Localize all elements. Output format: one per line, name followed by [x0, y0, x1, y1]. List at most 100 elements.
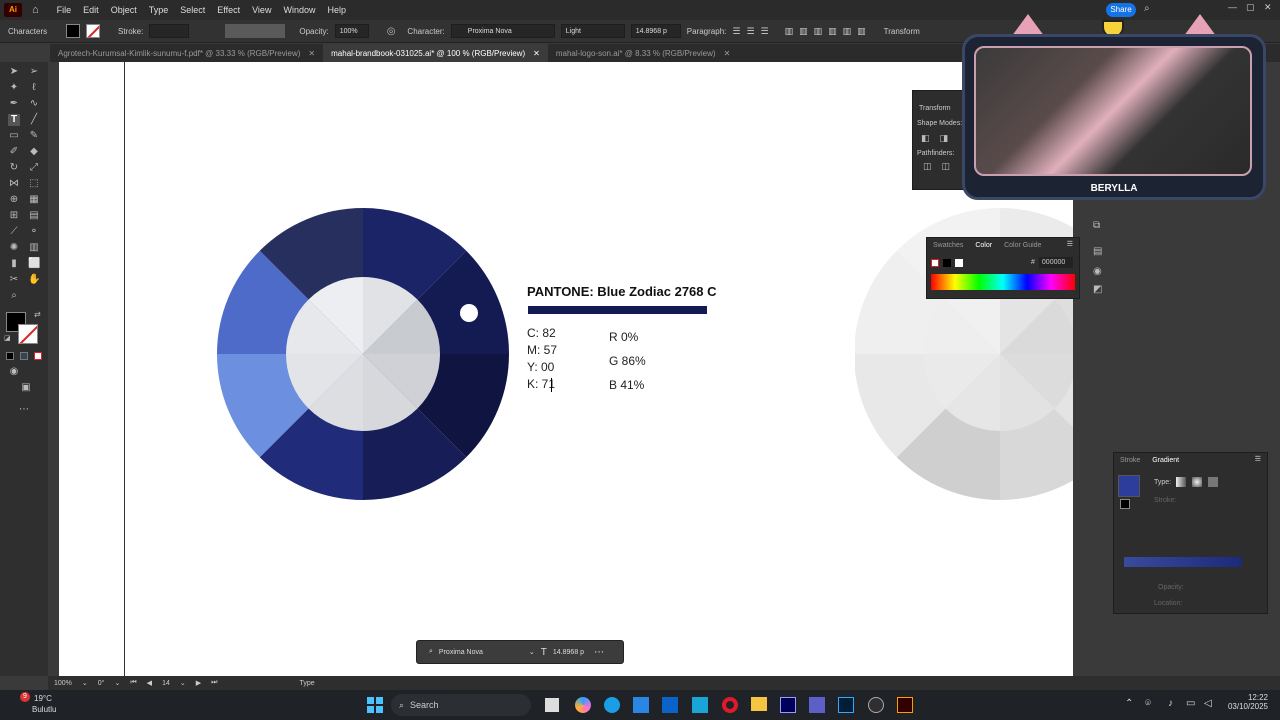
minus-front-icon[interactable]: ◨	[940, 133, 949, 144]
chevron-down-icon[interactable]: ⌄	[529, 648, 535, 656]
stroke-color-box[interactable]	[18, 324, 38, 344]
default-colors-icon[interactable]: ◪	[4, 334, 11, 342]
color-mode-icon[interactable]	[6, 352, 14, 360]
lasso-tool-icon[interactable]: ℓ	[28, 82, 40, 94]
color-spectrum[interactable]	[931, 274, 1075, 290]
weather-widget[interactable]: 9 19°C Bulutlu	[10, 692, 70, 718]
rectangle-tool-icon[interactable]: ▭	[8, 130, 20, 142]
menu-window[interactable]: Window	[277, 5, 321, 15]
swap-colors-icon[interactable]: ⇄	[34, 310, 41, 319]
illustrator-taskbar-icon[interactable]	[897, 697, 913, 713]
panel-icon-appearance[interactable]: ◉	[1093, 266, 1102, 277]
tray-volume-icon[interactable]: ◁	[1204, 698, 1212, 709]
type-tool-icon[interactable]: T	[8, 114, 20, 126]
font-family-dropdown[interactable]: Proxima Nova	[450, 24, 555, 38]
menu-file[interactable]: File	[51, 5, 78, 15]
mesh-tool-icon[interactable]: ⊞	[8, 210, 20, 222]
stroke-swatch[interactable]	[86, 24, 100, 38]
line-tool-icon[interactable]: ╱	[28, 114, 40, 126]
curvature-tool-icon[interactable]: ∿	[28, 98, 40, 110]
recolor-icon[interactable]: ◎	[387, 26, 396, 37]
trim-icon[interactable]: ◫	[942, 161, 951, 172]
shape-builder-tool-icon[interactable]: ⊕	[8, 194, 20, 206]
black-color-chip[interactable]	[943, 258, 951, 267]
clock[interactable]: 12:22 03/10/2025	[1222, 693, 1268, 711]
free-transform-tool-icon[interactable]: ⬚	[28, 178, 40, 190]
gradient-slider[interactable]	[1124, 557, 1242, 567]
menu-effect[interactable]: Effect	[211, 5, 246, 15]
close-icon[interactable]: ✕	[1264, 2, 1272, 13]
menu-object[interactable]: Object	[105, 5, 143, 15]
gradient-mode-icon[interactable]	[20, 352, 28, 360]
none-mode-icon[interactable]	[34, 352, 42, 360]
last-artboard-icon[interactable]: ⏭	[211, 679, 217, 687]
taskbar-search[interactable]: ⌕ Search	[391, 694, 531, 716]
windows-start-icon[interactable]	[367, 697, 383, 713]
opacity-input[interactable]: 100%	[334, 24, 369, 38]
width-tool-icon[interactable]: ⋈	[8, 178, 20, 190]
scale-tool-icon[interactable]: ⤢	[28, 162, 40, 174]
zoom-tool-icon[interactable]: ⌕	[8, 290, 20, 302]
more-tools-icon[interactable]: ⋯	[18, 404, 30, 416]
transform-tab[interactable]: Transform	[913, 91, 967, 112]
tray-display-icon[interactable]: ▭	[1186, 698, 1195, 709]
gradient-preview[interactable]	[1118, 475, 1140, 497]
tray-mic-icon[interactable]: ♪	[1168, 698, 1173, 709]
chevron-down-icon[interactable]: ⌄	[180, 679, 186, 687]
more-options-icon[interactable]: ⋯	[594, 647, 604, 658]
floating-size-input[interactable]: 14.8968 p	[553, 649, 584, 656]
panel-icon-libraries[interactable]: ▤	[1093, 246, 1102, 257]
symbol-sprayer-tool-icon[interactable]: ✺	[8, 242, 20, 254]
align-objects-icons[interactable]: ▥▥▥▥▥▥	[785, 26, 872, 37]
prev-artboard-icon[interactable]: ◀	[147, 679, 152, 687]
style-preview[interactable]	[225, 24, 286, 38]
chevron-down-icon[interactable]: ⌄	[82, 679, 88, 687]
tab-agrotech[interactable]: Agrotech-Kurumsal-Kimlik-sunumu-f.pdf* @…	[50, 44, 323, 62]
radial-gradient-icon[interactable]	[1192, 477, 1202, 487]
zoom-level[interactable]: 100%	[54, 680, 72, 687]
selection-tool-icon[interactable]: ➤	[8, 66, 20, 78]
remote-desktop-icon[interactable]	[692, 697, 708, 713]
perspective-grid-tool-icon[interactable]: ▦	[28, 194, 40, 206]
obs-icon[interactable]	[868, 697, 884, 713]
artboard-tool-icon[interactable]: ⬜	[28, 258, 40, 270]
minimize-icon[interactable]: —	[1228, 2, 1237, 12]
rotation-value[interactable]: 0°	[98, 680, 105, 687]
menu-edit[interactable]: Edit	[77, 5, 105, 15]
unite-icon[interactable]: ◧	[921, 133, 930, 144]
chevron-down-icon[interactable]: ⌄	[114, 679, 120, 687]
tab-color[interactable]: Color	[971, 240, 996, 251]
home-icon[interactable]: ⌂	[32, 4, 39, 16]
tab-swatches[interactable]: Swatches	[929, 240, 967, 251]
menu-help[interactable]: Help	[321, 5, 352, 15]
copilot-icon[interactable]	[575, 697, 591, 713]
direct-selection-tool-icon[interactable]: ➢	[28, 66, 40, 78]
maximize-icon[interactable]: ▢	[1246, 2, 1255, 13]
stroke-weight-dropdown[interactable]	[149, 24, 190, 38]
photoshop-icon[interactable]	[838, 697, 854, 713]
tab-close-icon[interactable]: ✕	[308, 49, 315, 58]
gradient-tool-icon[interactable]: ▤	[28, 210, 40, 222]
column-graph-tool-icon[interactable]: ▥	[28, 242, 40, 254]
screen-mode-icon[interactable]: ▣	[20, 382, 32, 394]
align-left-icon[interactable]: ☰	[732, 26, 740, 37]
tab-close-icon[interactable]: ✕	[724, 49, 731, 58]
panel-menu-icon[interactable]: ☰	[1255, 455, 1265, 466]
after-effects-icon[interactable]	[780, 697, 796, 713]
search-icon[interactable]: ⌕	[1144, 3, 1150, 14]
floating-font-dropdown[interactable]: Proxima Nova	[439, 649, 523, 656]
edge-icon[interactable]	[604, 697, 620, 713]
bar-graph-tool-icon[interactable]: ▮	[8, 258, 20, 270]
tab-stroke[interactable]: Stroke	[1116, 455, 1144, 466]
first-artboard-icon[interactable]: ⏮	[130, 679, 136, 687]
font-search-icon[interactable]: ⌕	[429, 648, 433, 656]
panel-icon-layers[interactable]: ⧉	[1093, 220, 1100, 231]
align-center-icon[interactable]: ☰	[746, 26, 754, 37]
file-explorer-icon[interactable]	[751, 697, 767, 711]
slice-tool-icon[interactable]: ✂	[8, 274, 20, 286]
opera-icon[interactable]	[722, 697, 738, 713]
eraser-tool-icon[interactable]: ◆	[28, 146, 40, 158]
fill-stroke-mini[interactable]	[1120, 499, 1130, 509]
tab-mahal-brandbook[interactable]: mahal-brandbook-031025.ai* @ 100 % (RGB/…	[323, 44, 548, 62]
divide-icon[interactable]: ◫	[923, 161, 932, 172]
